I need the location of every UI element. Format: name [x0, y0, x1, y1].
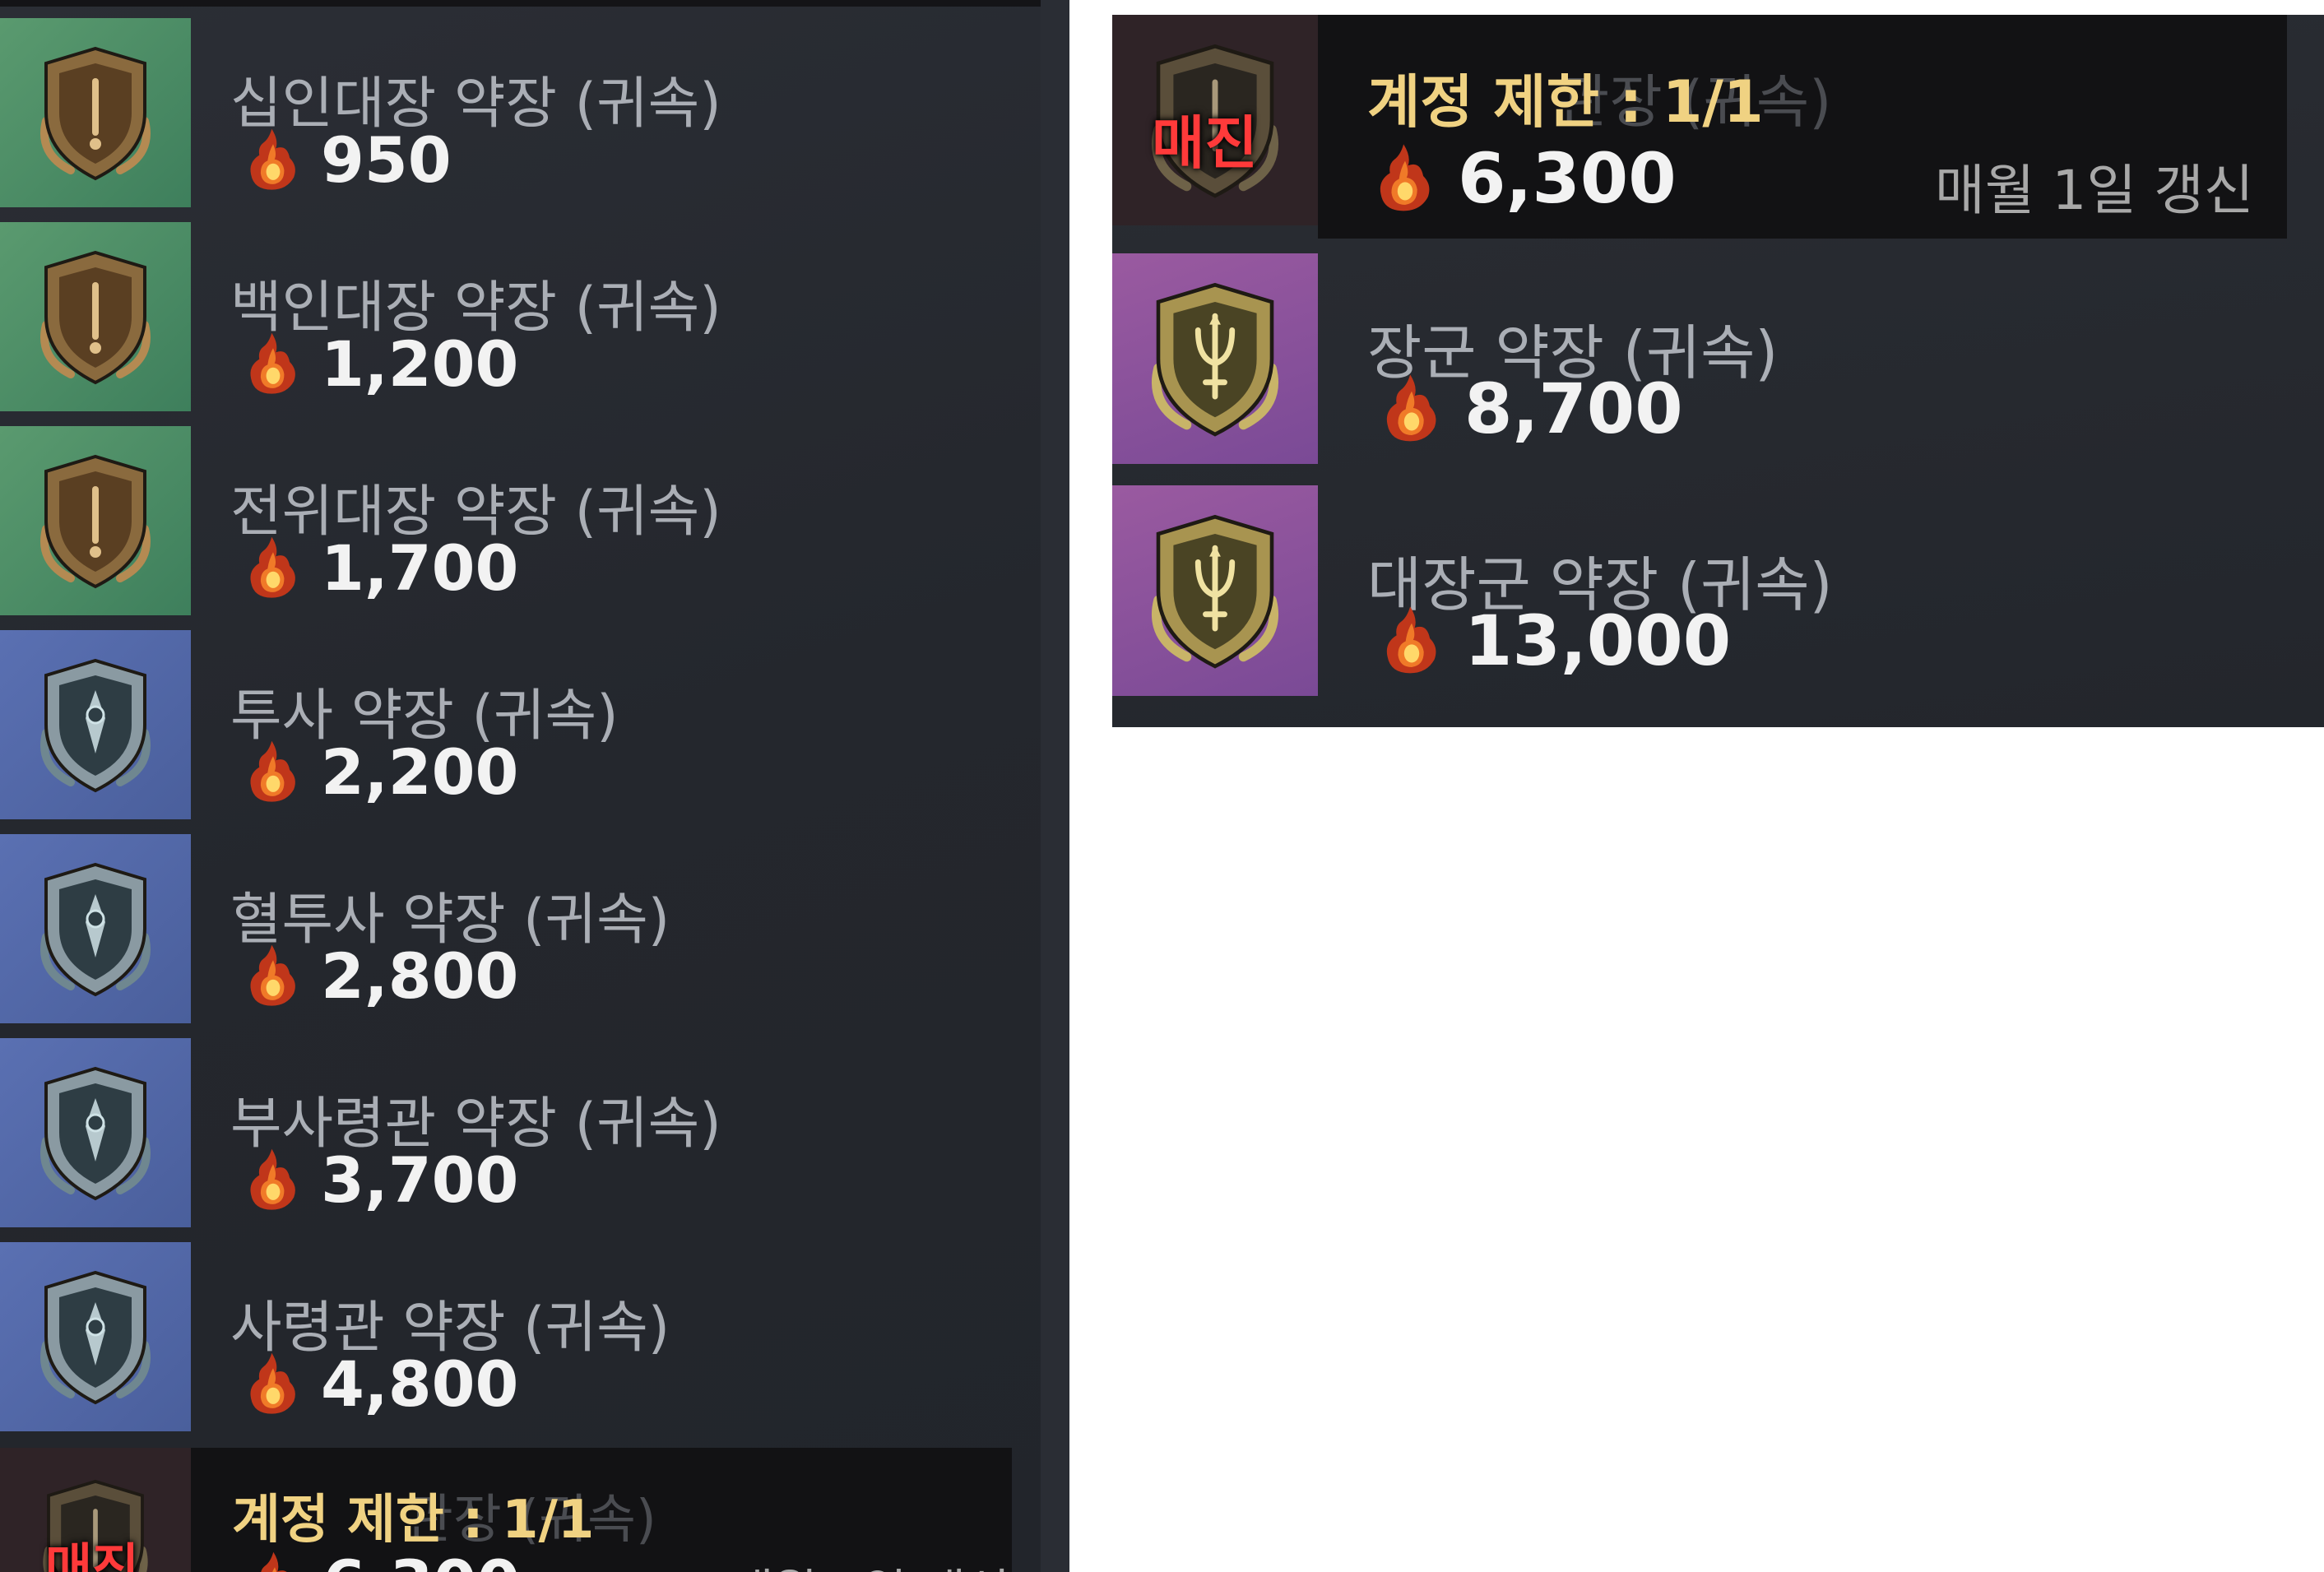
fire-gem-icon [239, 531, 308, 604]
shop-item-row[interactable]: 투사 약장 (귀속) 2,200 [0, 630, 1041, 819]
fire-gem-icon [1367, 138, 1443, 217]
fire-gem-icon [239, 939, 308, 1012]
price-value: 2,200 [321, 735, 519, 809]
refresh-note: 매월 1일 갱신 [1935, 159, 2254, 222]
price-value: 950 [321, 123, 452, 197]
price-value: 3,700 [321, 1143, 519, 1217]
item-tile [0, 1242, 191, 1431]
shop-item-row[interactable]: 전위대장 약장 (귀속) 1,700 [0, 426, 1041, 615]
shop-item-row[interactable]: 장군 약장 (귀속) 8,700 [1112, 253, 2324, 464]
item-tile [1112, 253, 1318, 464]
fire-gem-icon [1374, 369, 1450, 447]
fire-gem-icon [240, 1546, 309, 1572]
left-shop-panel: 십인대장 약장 (귀속) 950 백인대장 약장 (귀속) 1,200 전위대장… [0, 0, 1069, 1572]
price-value: 2,800 [321, 939, 519, 1013]
item-tile [0, 18, 191, 207]
fire-gem-icon [239, 123, 308, 196]
fire-gem-icon [239, 327, 308, 400]
limited-item-row[interactable]: 매진관장 (귀속)계정 제한 : 1/1 6,300매월 1일 갱신 [1112, 15, 2324, 239]
account-limit-text: 계정 제한 : 1/1 [232, 1490, 595, 1551]
item-tile [0, 630, 191, 819]
sold-out-badge: 매진 [1152, 109, 1258, 177]
item-tile: 매진 [1112, 15, 1318, 225]
shop-item-row[interactable]: 부사령관 약장 (귀속) 3,700 [0, 1038, 1041, 1227]
shop-item-row[interactable]: 백인대장 약장 (귀속) 1,200 [0, 222, 1041, 411]
fire-gem-icon [239, 1347, 308, 1420]
item-tile [0, 1038, 191, 1227]
item-tile [0, 426, 191, 615]
account-limit-text: 계정 제한 : 1/1 [1367, 68, 1764, 136]
price-value: 8,700 [1464, 369, 1683, 449]
fire-gem-icon [239, 1143, 308, 1216]
price-value: 13,000 [1464, 601, 1732, 681]
shop-item-row[interactable]: 십인대장 약장 (귀속) 950 [0, 18, 1041, 207]
item-tile [1112, 485, 1318, 696]
shop-item-row[interactable]: 혈투사 약장 (귀속) 2,800 [0, 834, 1041, 1023]
fire-gem-icon [239, 735, 308, 808]
sold-out-badge: 매진 [45, 1537, 140, 1572]
right-shop-panel: 매진 관장 (귀속) 계정 제한 : 1/1 6,300 매월 1일 갱신 장군 약장… [1112, 15, 2324, 727]
item-tile [0, 222, 191, 411]
price-value: 6,300 [322, 1546, 520, 1572]
account-limit-bar: 관장 (귀속)계정 제한 : 1/1 6,300매월 1일 갱신 [191, 1448, 1012, 1572]
fire-gem-icon [1374, 601, 1450, 679]
item-tile: 매진 [0, 1448, 191, 1572]
shop-item-row[interactable]: 대장군 약장 (귀속) 13,000 [1112, 485, 2324, 696]
item-tile [0, 834, 191, 1023]
price-value: 1,200 [321, 327, 519, 401]
price-value: 4,800 [321, 1347, 519, 1421]
shop-item-row[interactable]: 사령관 약장 (귀속) 4,800 [0, 1242, 1041, 1431]
account-limit-bar: 관장 (귀속)계정 제한 : 1/1 6,300매월 1일 갱신 [1318, 15, 2287, 239]
price-value: 1,700 [321, 531, 519, 605]
refresh-note: 매월 1일 갱신 [730, 1553, 1010, 1572]
limited-item-row[interactable]: 매진관장 (귀속)계정 제한 : 1/1 6,300매월 1일 갱신 [0, 1448, 1041, 1572]
price-value: 6,300 [1458, 138, 1677, 219]
